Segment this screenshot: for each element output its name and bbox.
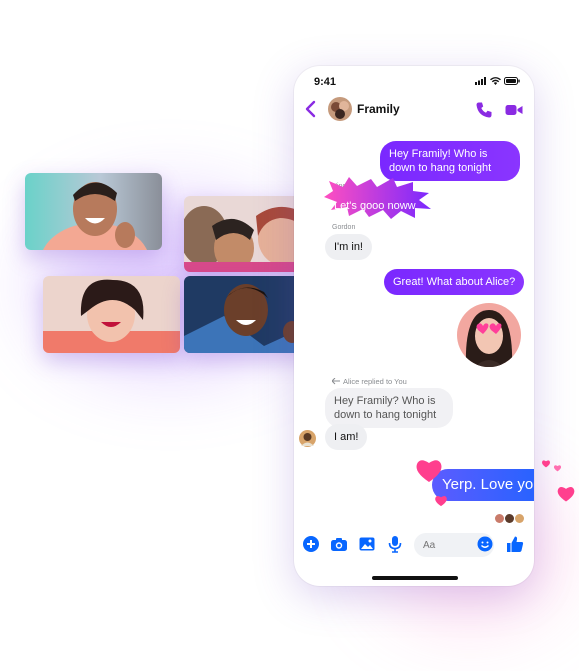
message-incoming-burst[interactable]: Let's gooo noww	[334, 200, 416, 212]
sticker-photo-alice[interactable]	[456, 302, 522, 368]
receipt-avatar-3	[515, 514, 524, 523]
heart-effect-icon	[416, 460, 442, 482]
message-incoming-gordon[interactable]: I'm in!	[325, 234, 372, 260]
alice-avatar[interactable]	[299, 430, 316, 447]
wifi-icon	[490, 77, 501, 85]
video-icon[interactable]	[504, 100, 524, 120]
composer	[294, 532, 534, 558]
message-incoming-alice[interactable]: I am!	[325, 424, 368, 450]
receipt-avatar-1	[495, 514, 504, 523]
sender-name-gordon: Gordon	[332, 224, 356, 231]
reply-note: Alice replied to You	[343, 377, 407, 386]
home-indicator	[372, 576, 458, 580]
status-time: 9:41	[314, 76, 337, 88]
phone-icon[interactable]	[474, 100, 494, 120]
battery-icon	[504, 77, 520, 85]
reply-icon	[332, 378, 340, 385]
like-icon[interactable]	[506, 535, 524, 553]
signal-icon	[475, 77, 486, 85]
conversation-header: Framily	[294, 96, 534, 124]
heart-effect-icon-mini	[553, 465, 562, 472]
camera-icon[interactable]	[330, 535, 348, 553]
message-outgoing-2[interactable]: Great! What about Alice?	[384, 269, 525, 295]
conversation-title[interactable]: Framily	[357, 102, 400, 116]
heart-effect-icon-top	[541, 460, 551, 468]
back-icon[interactable]	[302, 99, 320, 119]
heart-effect-icon-small	[435, 495, 447, 507]
read-receipts	[495, 514, 524, 523]
group-avatar[interactable]	[328, 97, 352, 121]
video-tile-1	[25, 173, 162, 250]
video-tile-3	[43, 276, 180, 353]
status-bar: 9:41	[314, 76, 520, 90]
emoji-icon[interactable]	[477, 536, 493, 552]
plus-icon[interactable]	[302, 535, 320, 553]
receipt-avatar-2	[505, 514, 514, 523]
mic-icon[interactable]	[386, 535, 404, 553]
phone-frame: 9:41 Framily Hey Framily! Who is down to…	[294, 66, 534, 586]
burst-effect	[324, 177, 431, 219]
status-icons	[475, 77, 520, 85]
quoted-message[interactable]: Hey Framily? Who is down to hang tonight	[325, 388, 453, 428]
image-icon[interactable]	[358, 535, 376, 553]
heart-effect-icon-right	[557, 486, 575, 502]
